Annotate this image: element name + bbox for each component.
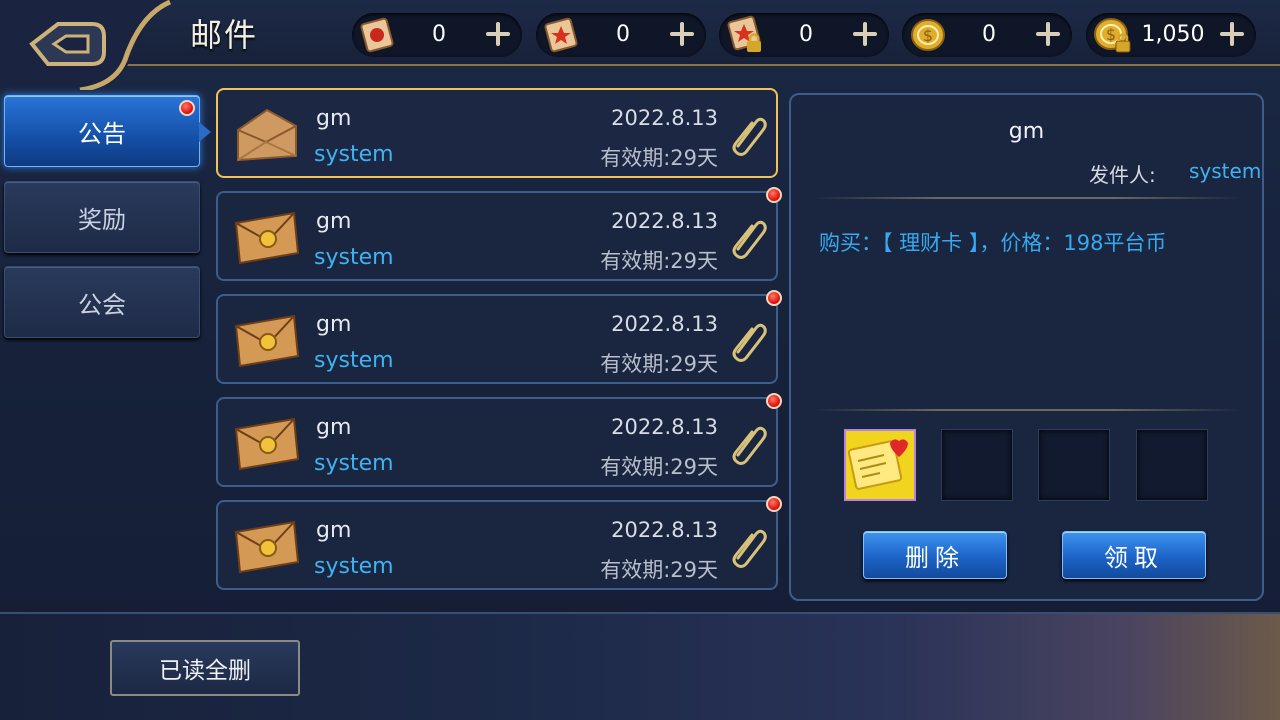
mail-sender: system (314, 245, 394, 270)
divider (811, 197, 1242, 199)
attachment-slot[interactable] (1136, 429, 1208, 501)
mail-expiry: 有效期:29天 (600, 249, 718, 273)
unread-dot-icon (766, 187, 782, 203)
tab-announcement[interactable]: 公告 (4, 95, 211, 167)
detail-title: gm (1008, 119, 1045, 144)
mail-sender: system (314, 348, 394, 373)
mail-date: 2022.8.13 (611, 415, 718, 439)
mail-item[interactable]: gm system 2022.8.13 有效期:29天 (216, 496, 782, 590)
divider (811, 409, 1242, 411)
currency-locked-scroll: 0 (719, 13, 889, 57)
attachment-slot[interactable] (941, 429, 1013, 501)
add-currency-button[interactable] (666, 18, 698, 50)
svg-text:$: $ (923, 26, 933, 45)
mail-item[interactable]: gm system 2022.8.13 有效期:29天 (216, 88, 778, 178)
mail-title: gm (316, 312, 352, 337)
detail-from-label: 发件人: (1089, 163, 1156, 187)
mail-date: 2022.8.13 (611, 209, 718, 233)
svg-text:$: $ (1106, 25, 1116, 44)
tab-guild[interactable]: 公会 (4, 266, 200, 338)
sealed-envelope-icon (234, 314, 300, 368)
unread-dot-icon (766, 496, 782, 512)
mail-date: 2022.8.13 (611, 312, 718, 336)
currency-star-scroll: 0 (536, 13, 706, 57)
mail-date: 2022.8.13 (611, 518, 718, 542)
detail-content: 购买：【 理财卡 】，价格：198平台币 (819, 231, 1167, 255)
opened-envelope-icon (237, 108, 297, 162)
sealed-envelope-icon (234, 211, 300, 265)
mail-item[interactable]: gm system 2022.8.13 有效期:29天 (216, 393, 782, 487)
locked-gold-coin-icon: $ (1094, 18, 1131, 53)
tab-label: 奖励 (78, 205, 126, 234)
mail-expiry: 有效期:29天 (600, 146, 718, 170)
star-scroll-icon (544, 17, 578, 53)
add-currency-button[interactable] (1216, 18, 1248, 50)
delete-button[interactable]: 删除 (863, 531, 1007, 579)
red-scroll-icon (360, 17, 394, 53)
mail-title: gm (316, 209, 352, 234)
currency-value: 0 (616, 22, 630, 47)
add-currency-button[interactable] (849, 18, 881, 50)
mail-title: gm (316, 518, 352, 543)
attachment-slot[interactable] (844, 429, 916, 501)
mail-title: gm (316, 415, 352, 440)
paperclip-icon (732, 117, 767, 156)
tab-label: 公会 (78, 290, 126, 319)
mail-sender: system (314, 142, 394, 167)
currency-red-scroll: 0 (352, 13, 522, 57)
add-currency-button[interactable] (482, 18, 514, 50)
detail-from: system (1189, 159, 1262, 183)
paperclip-icon (732, 323, 767, 362)
add-currency-button[interactable] (1032, 18, 1064, 50)
mail-sender: system (314, 554, 394, 579)
mail-expiry: 有效期:29天 (600, 352, 718, 376)
claim-button[interactable]: 领取 (1062, 531, 1206, 579)
mail-item[interactable]: gm system 2022.8.13 有效期:29天 (216, 290, 782, 384)
paperclip-icon (732, 426, 767, 465)
currency-value: 0 (799, 22, 813, 47)
mail-item[interactable]: gm system 2022.8.13 有效期:29天 (216, 187, 782, 281)
currency-value: 0 (432, 22, 446, 47)
currency-value: 1,050 (1141, 22, 1205, 47)
unread-dot-icon (766, 290, 782, 306)
currency-gold-coin: $ 0 (902, 13, 1072, 57)
gold-coin-icon: $ (911, 19, 945, 51)
paperclip-icon (732, 220, 767, 259)
sealed-envelope-icon (234, 417, 300, 471)
mail-title: gm (316, 106, 352, 131)
tab-rewards[interactable]: 奖励 (4, 181, 200, 253)
paperclip-icon (732, 529, 767, 568)
mail-detail-panel: gm 发件人: system 购买：【 理财卡 】，价格：198平台币 删除 领… (789, 93, 1264, 601)
mail-expiry: 有效期:29天 (600, 455, 718, 479)
currency-value: 0 (982, 22, 996, 47)
mail-expiry: 有效期:29天 (600, 558, 718, 582)
tab-label: 公告 (78, 119, 126, 148)
attachment-slot[interactable] (1038, 429, 1110, 501)
page-title: 邮件 (190, 16, 259, 54)
unread-dot-icon (179, 100, 195, 116)
locked-scroll-icon (727, 15, 761, 52)
back-button[interactable] (0, 0, 200, 90)
unread-dot-icon (766, 393, 782, 409)
mail-date: 2022.8.13 (611, 106, 718, 130)
currency-locked-gold-coin: $ 1,050 (1086, 13, 1256, 57)
mail-sender: system (314, 451, 394, 476)
sealed-envelope-icon (234, 520, 300, 574)
delete-all-read-button[interactable]: 已读全删 (110, 640, 300, 696)
financial-card-item-icon (846, 431, 914, 499)
